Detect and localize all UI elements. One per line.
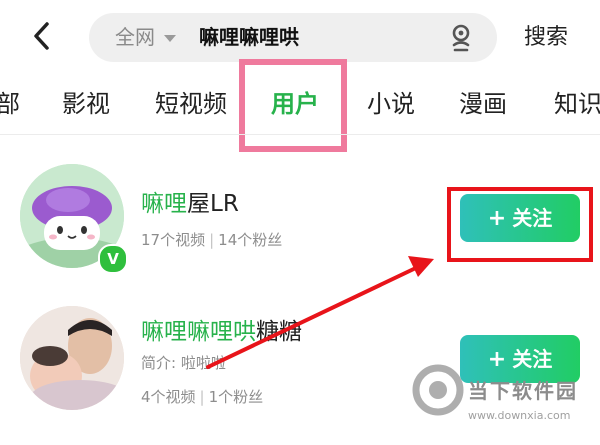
video-count: 4个视频 (141, 388, 196, 406)
user-stats: 17个视频 | 14个粉丝 (141, 229, 282, 250)
name-highlight: 嘛哩 (141, 191, 187, 217)
user-intro: 简介: 啦啦啦 (141, 354, 226, 372)
tab-knowledge[interactable]: 知识 (554, 85, 600, 123)
caret-down-icon (164, 35, 176, 42)
search-scope-dropdown[interactable]: 全网 (115, 13, 176, 62)
divider (0, 134, 600, 135)
user-name[interactable]: 嘛哩嘛哩哄糖糖 (141, 312, 302, 346)
search-box[interactable]: 全网 嘛哩嘛哩哄 (89, 13, 497, 62)
avatar[interactable] (20, 306, 124, 410)
name-rest: 屋LR (187, 191, 239, 217)
tab-highlight-box (239, 59, 347, 152)
tab-short-video[interactable]: 短视频 (155, 85, 227, 123)
search-scope-label: 全网 (115, 25, 155, 49)
tab-all[interactable]: 部 (0, 85, 20, 123)
tab-film[interactable]: 影视 (62, 85, 110, 123)
fan-count: 14个粉丝 (218, 231, 283, 249)
tab-novel[interactable]: 小说 (367, 85, 415, 123)
video-count: 17个视频 (141, 231, 206, 249)
verified-badge-icon: V (98, 244, 128, 274)
stats-separator: | (199, 388, 205, 406)
stats-separator: | (209, 231, 215, 249)
annotation-red-box (447, 187, 593, 262)
user-stats: 4个视频 | 1个粉丝 (141, 386, 263, 407)
photo-avatar-image (20, 306, 124, 410)
tab-comic[interactable]: 漫画 (459, 85, 507, 123)
fan-count: 1个粉丝 (208, 388, 264, 406)
search-input[interactable]: 嘛哩嘛哩哄 (199, 13, 299, 62)
user-name[interactable]: 嘛哩屋LR (141, 184, 239, 218)
chevron-left-icon (34, 22, 49, 50)
watermark-text: 当下软件园 (468, 379, 578, 403)
back-button[interactable] (26, 18, 56, 54)
name-highlight: 嘛哩嘛哩哄 (141, 319, 256, 345)
search-button[interactable]: 搜索 (524, 20, 568, 56)
watermark-url: www.downxia.com (468, 409, 571, 422)
name-rest: 糖糖 (256, 319, 302, 345)
microphone-icon[interactable] (447, 23, 475, 53)
